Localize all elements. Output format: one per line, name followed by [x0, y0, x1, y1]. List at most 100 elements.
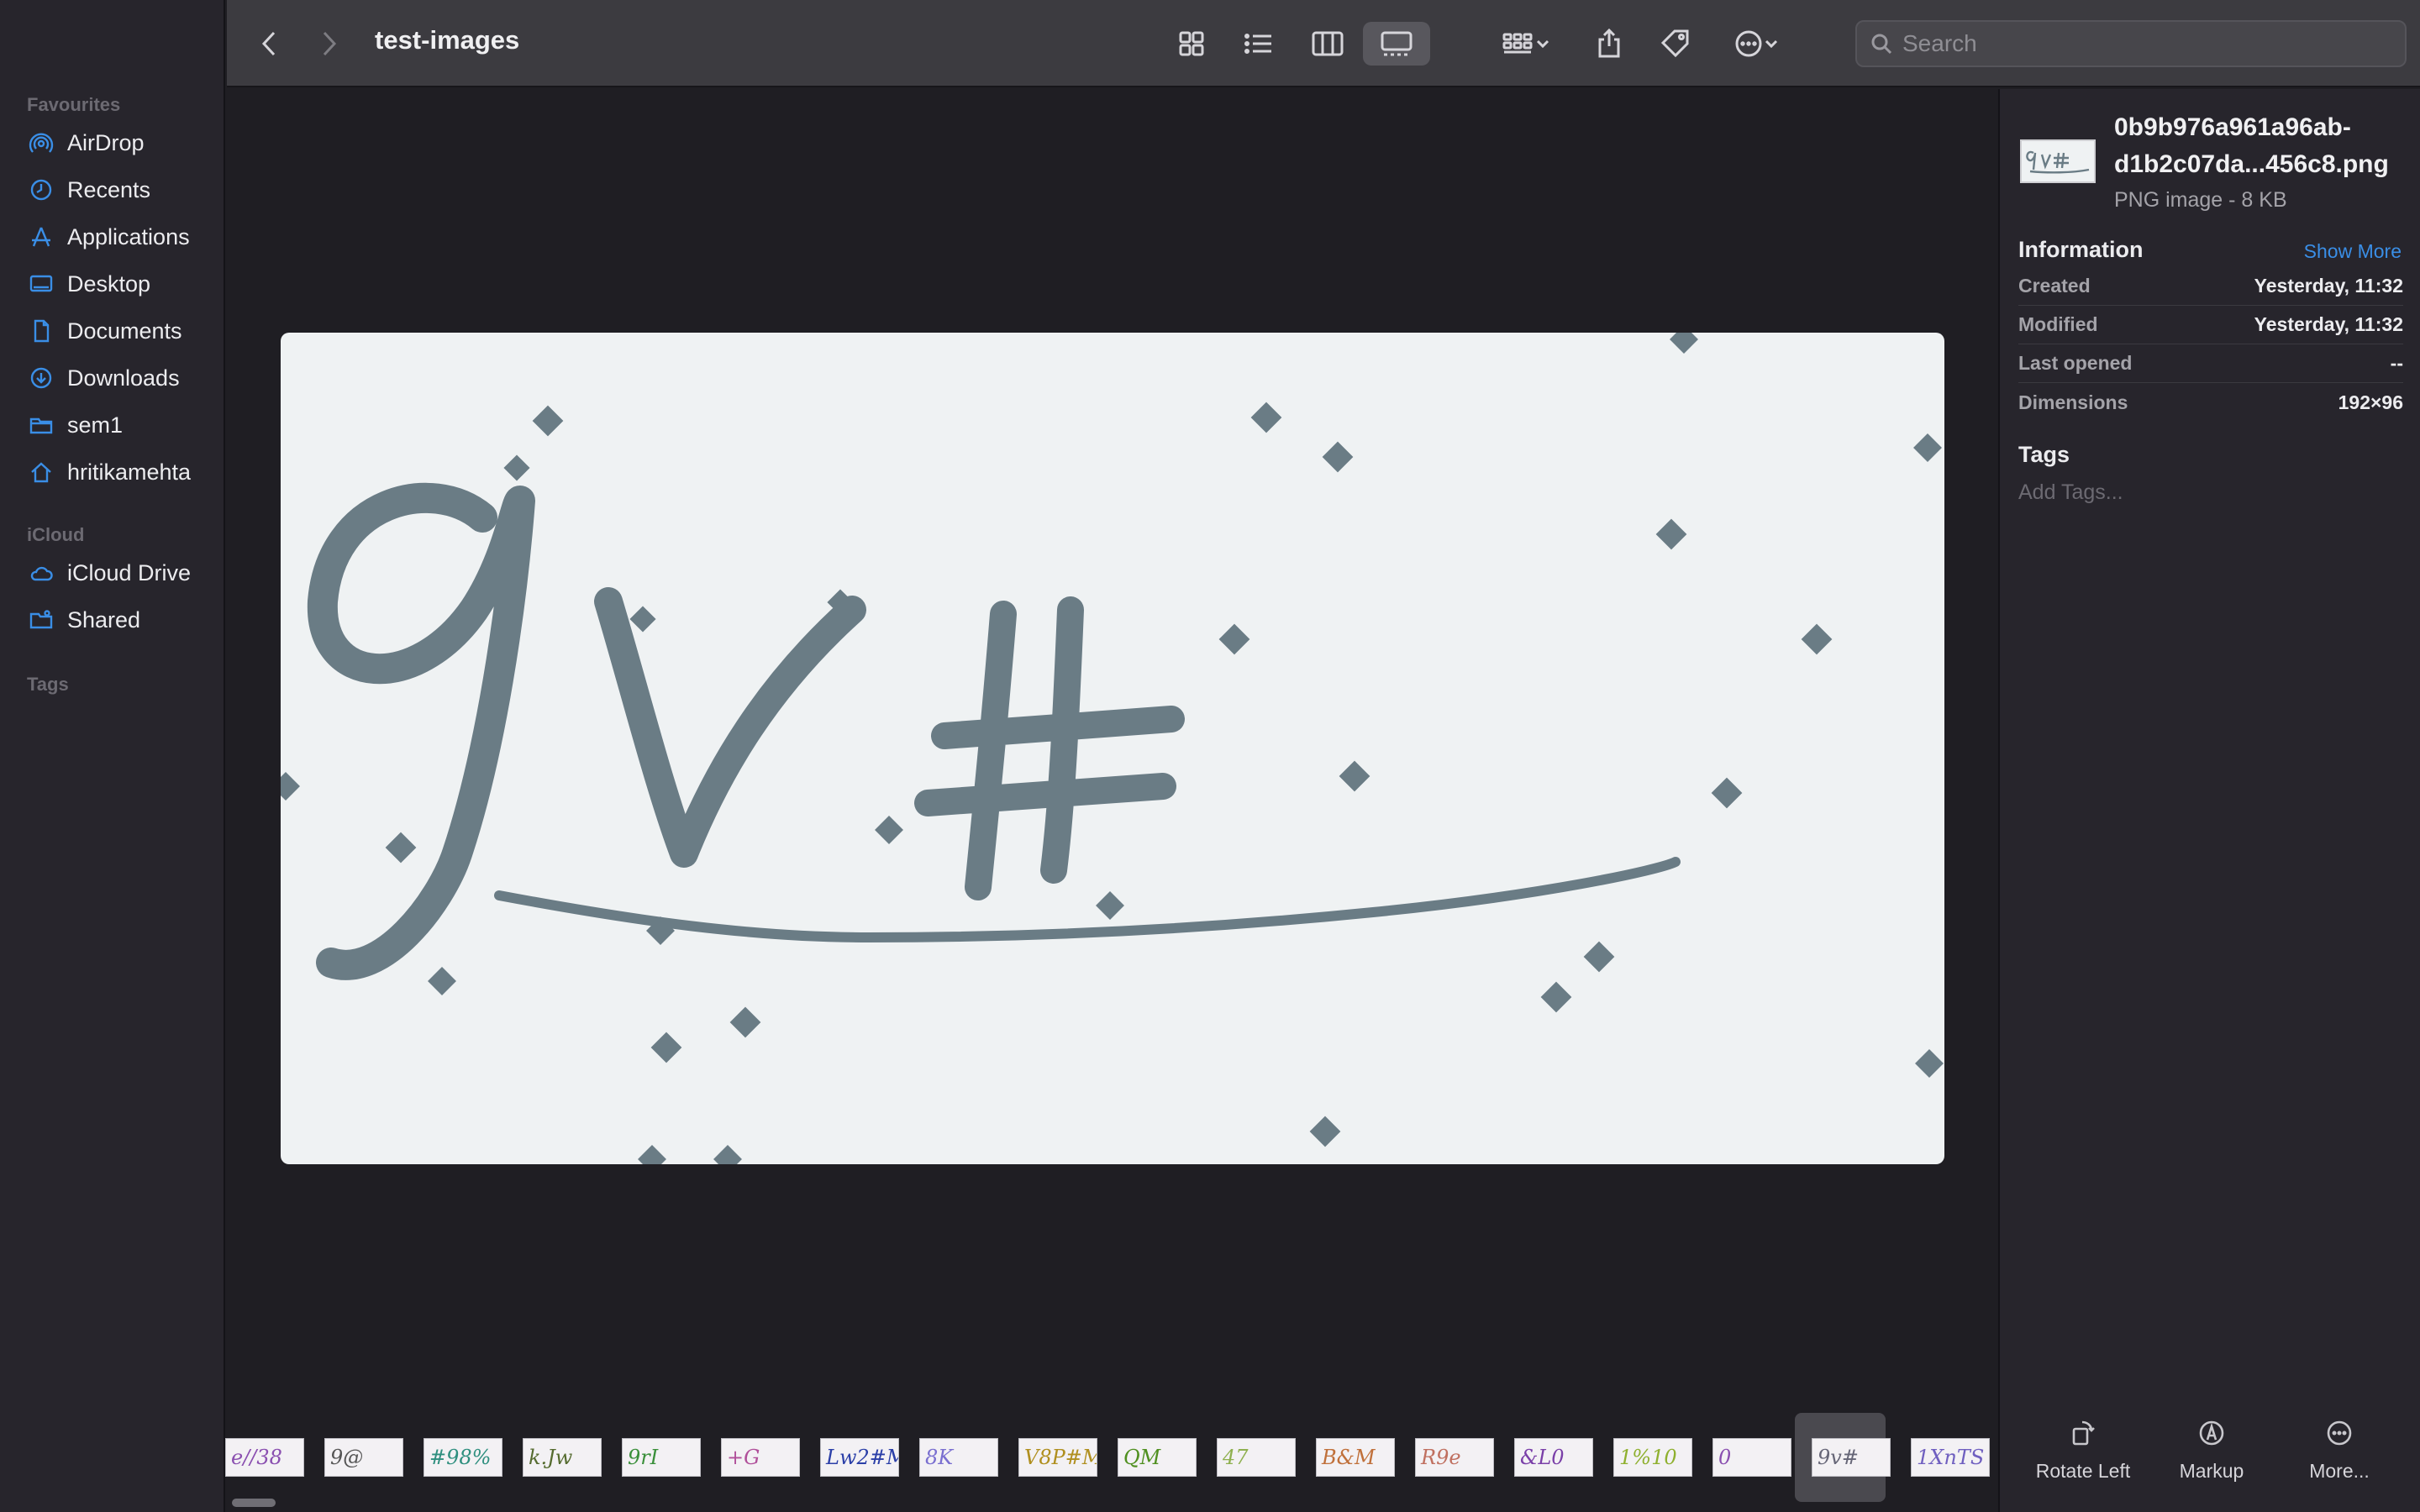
back-button[interactable] — [252, 22, 286, 66]
icon-view-button[interactable] — [1166, 22, 1217, 66]
sidebar-item-label: Downloads — [67, 365, 180, 391]
sidebar-item-applications[interactable]: Applications — [27, 217, 212, 257]
sidebar-item-documents[interactable]: Documents — [27, 311, 212, 351]
cloud-icon — [27, 559, 55, 587]
action-label: More... — [2309, 1460, 2370, 1482]
chevron-left-icon — [261, 31, 276, 56]
sidebar: Favourites AirDrop Recents Applications … — [0, 0, 225, 1512]
sidebar-item-home[interactable]: hritikamehta — [27, 452, 212, 492]
sidebar-item-airdrop[interactable]: AirDrop — [27, 123, 212, 163]
show-more-link[interactable]: Show More — [2304, 240, 2402, 263]
filmstrip-thumbnail[interactable]: QM — [1118, 1438, 1197, 1477]
filmstrip-thumbnail[interactable]: &L0 — [1514, 1438, 1593, 1477]
filmstrip-thumbnail[interactable]: e//38 — [225, 1438, 304, 1477]
filmstrip-thumbnail[interactable]: 0 — [1712, 1438, 1791, 1477]
sidebar-item-label: Recents — [67, 176, 151, 202]
gallery-view-button[interactable] — [1363, 22, 1430, 66]
info-row-last-opened: Last opened -- — [2018, 344, 2403, 383]
filmstrip-thumbnail[interactable]: +G — [721, 1438, 800, 1477]
filmstrip-scrollbar[interactable] — [232, 1499, 276, 1507]
download-icon — [27, 364, 55, 392]
action-label: Markup — [2179, 1460, 2244, 1482]
filmstrip-thumbnail[interactable]: k.Jw — [523, 1438, 602, 1477]
sidebar-item-recents[interactable]: Recents — [27, 170, 212, 210]
info-value: Yesterday, 11:32 — [2254, 275, 2403, 297]
sidebar-item-shared[interactable]: Shared — [27, 600, 212, 640]
columns-icon — [1312, 31, 1344, 56]
filmstrip-thumbnail[interactable]: 9@ — [324, 1438, 403, 1477]
info-value: 192×96 — [2338, 391, 2403, 413]
applications-icon — [27, 223, 55, 251]
sidebar-section-icloud: iCloud — [27, 524, 85, 545]
list-icon — [1244, 34, 1271, 54]
gallery-preview-area — [227, 89, 1998, 1401]
markup-button[interactable]: Markup — [2149, 1416, 2275, 1483]
file-name: 0b9b976a961a96ab-d1b2c07da...456c8.png — [2114, 113, 2389, 178]
info-key: Created — [2018, 275, 2091, 297]
file-thumbnail-image — [2026, 150, 2090, 174]
share-icon — [1598, 28, 1620, 58]
sidebar-item-label: AirDrop — [67, 129, 145, 155]
tags-heading: Tags — [2018, 442, 2070, 467]
more-button[interactable]: More... — [2276, 1416, 2402, 1483]
sidebar-item-icloud-drive[interactable]: iCloud Drive — [27, 553, 212, 593]
home-icon — [27, 458, 55, 486]
filmstrip-thumbnail[interactable]: 47 — [1217, 1438, 1296, 1477]
sidebar-item-label: Documents — [67, 318, 182, 344]
filmstrip-thumbnail[interactable]: #98% — [424, 1438, 502, 1477]
info-row-created: Created Yesterday, 11:32 — [2018, 267, 2403, 306]
ellipsis-circle-icon — [1735, 30, 1762, 57]
sidebar-section-tags[interactable]: Tags — [27, 674, 69, 696]
chevron-down-icon — [1765, 39, 1778, 49]
markup-icon — [2199, 1420, 2224, 1446]
filmstrip-thumbnail[interactable]: 1%10 — [1613, 1438, 1692, 1477]
gallery-icon — [1381, 31, 1413, 56]
actions-menu-button[interactable] — [1723, 22, 1790, 66]
shared-folder-icon — [27, 606, 55, 634]
toolbar: test-images — [227, 0, 2420, 87]
rotate-left-icon — [2072, 1420, 2095, 1446]
sidebar-item-label: iCloud Drive — [67, 559, 192, 585]
filmstrip-thumbnail[interactable]: 8K — [919, 1438, 998, 1477]
sidebar-item-label: Applications — [67, 223, 190, 249]
sidebar-item-label: Shared — [67, 606, 141, 633]
sidebar-item-label: hritikamehta — [67, 459, 192, 485]
image-preview[interactable] — [281, 333, 1944, 1164]
share-button[interactable] — [1588, 22, 1630, 66]
captcha-image — [281, 333, 1944, 1164]
tags-button[interactable] — [1652, 22, 1699, 66]
document-icon — [27, 317, 55, 345]
sidebar-item-downloads[interactable]: Downloads — [27, 358, 212, 398]
action-label: Rotate Left — [2035, 1460, 2131, 1482]
information-heading: Information — [2018, 237, 2144, 262]
gallery-filmstrip: e//38 9@ #98% k.Jw 9rI +G Lw2#M 8K V8P#M8 QM 47 B&M… — [225, 1401, 1998, 1512]
sidebar-item-desktop[interactable]: Desktop — [27, 264, 212, 304]
grid-icon — [1179, 31, 1204, 56]
search-icon — [1871, 34, 1892, 55]
add-tags-field[interactable]: Add Tags... — [2018, 480, 2123, 505]
filmstrip-thumbnail[interactable]: R9e — [1415, 1438, 1494, 1477]
forward-button[interactable] — [313, 22, 346, 66]
sidebar-item-sem1[interactable]: sem1 — [27, 405, 212, 445]
filmstrip-thumbnail[interactable]: 1XnTS — [1911, 1438, 1990, 1477]
search-input[interactable] — [1902, 30, 2373, 57]
filmstrip-thumbnail-selected[interactable]: 9v# — [1812, 1438, 1891, 1477]
column-view-button[interactable] — [1302, 22, 1353, 66]
sidebar-item-label: Desktop — [67, 270, 151, 297]
info-row-dimensions: Dimensions 192×96 — [2018, 383, 2403, 422]
airdrop-icon — [27, 129, 55, 157]
info-key: Modified — [2018, 313, 2098, 335]
group-by-button[interactable] — [1492, 22, 1560, 66]
list-view-button[interactable] — [1234, 22, 1284, 66]
preview-pane: 0b9b976a961a96ab-d1b2c07da...456c8.png P… — [1998, 89, 2420, 1512]
search-field[interactable] — [1855, 20, 2407, 67]
info-value: Yesterday, 11:32 — [2254, 313, 2403, 335]
clock-icon — [27, 176, 55, 204]
filmstrip-thumbnail[interactable]: 9rI — [622, 1438, 701, 1477]
filmstrip-thumbnail[interactable]: B&M — [1316, 1438, 1395, 1477]
rotate-left-button[interactable]: Rotate Left — [2020, 1416, 2146, 1483]
filmstrip-thumbnail[interactable]: Lw2#M — [820, 1438, 899, 1477]
more-icon — [2327, 1420, 2352, 1446]
file-kind-size: PNG image - 8 KB — [2114, 188, 2287, 212]
filmstrip-thumbnail[interactable]: V8P#M8 — [1018, 1438, 1097, 1477]
